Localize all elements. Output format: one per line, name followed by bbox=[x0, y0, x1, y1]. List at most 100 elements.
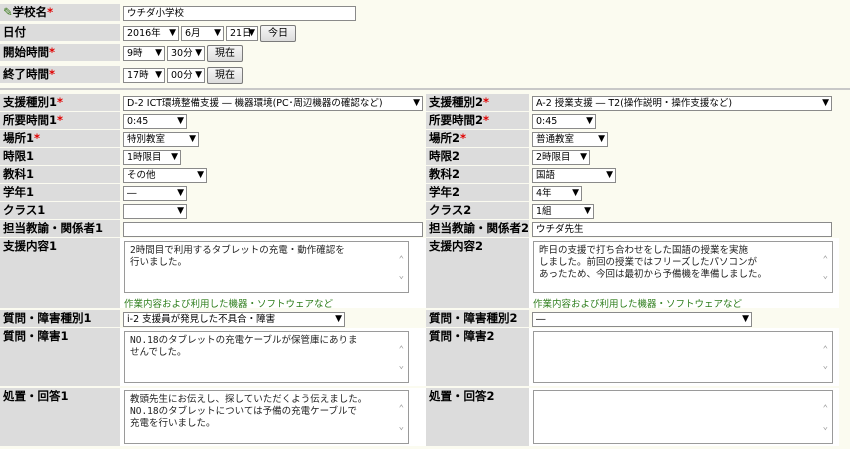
chevron-down-icon: ▼ bbox=[177, 188, 184, 198]
teacher-2-input[interactable]: ウチダ先生 bbox=[532, 222, 832, 237]
content-1-textarea[interactable]: 2時間目で利用するタブレットの充電・動作確認を 行いました。 ⌃ ⌄ bbox=[124, 241, 409, 293]
action-2-label: 処置・回答2 bbox=[426, 388, 529, 446]
issue-1-label: 質問・障害1 bbox=[0, 328, 120, 386]
chevron-down-icon: ▼ bbox=[572, 188, 579, 198]
scroll-up-icon[interactable]: ⌃ bbox=[823, 344, 828, 356]
start-now-button[interactable]: 現在 bbox=[207, 45, 243, 62]
issue-2-textarea[interactable]: ⌃ ⌄ bbox=[533, 331, 833, 383]
action-1-label: 処置・回答1 bbox=[0, 388, 120, 446]
scroll-down-icon[interactable]: ⌄ bbox=[823, 360, 828, 372]
school-input[interactable]: ウチダ小学校 bbox=[123, 6, 356, 21]
scroll-up-icon[interactable]: ⌃ bbox=[399, 403, 404, 415]
date-year-select[interactable]: 2016年 ▼ bbox=[123, 26, 179, 41]
issue-type-2-label: 質問・障害種別2 bbox=[426, 310, 529, 327]
chevron-down-icon: ▼ bbox=[197, 170, 204, 180]
chevron-down-icon: ▼ bbox=[155, 48, 162, 58]
chevron-down-icon: ▼ bbox=[171, 152, 178, 162]
date-month-select[interactable]: 6月 ▼ bbox=[181, 26, 224, 41]
chevron-down-icon: ▼ bbox=[177, 206, 184, 216]
start-hour-select[interactable]: 9時 ▼ bbox=[123, 46, 165, 61]
end-time-label: 終了時間* bbox=[0, 66, 120, 83]
scroll-up-icon[interactable]: ⌃ bbox=[823, 254, 828, 266]
period-1-label: 時限1 bbox=[0, 148, 120, 165]
support-type-2-select[interactable]: A-2 授業支援 ― T2(操作説明・操作支援など) ▼ bbox=[532, 96, 832, 111]
start-minute-select[interactable]: 30分 ▼ bbox=[167, 46, 205, 61]
content-1-hint: 作業内容および利用した機器・ソフトウェアなど bbox=[124, 299, 334, 310]
start-time-label: 開始時間* bbox=[0, 44, 120, 61]
chevron-down-icon: ▼ bbox=[598, 134, 605, 144]
subject-1-label: 教科1 bbox=[0, 166, 120, 183]
duration-1-select[interactable]: 0:45 ▼ bbox=[123, 114, 187, 129]
place-1-select[interactable]: 特別教室 ▼ bbox=[123, 132, 199, 147]
date-today-button[interactable]: 今日 bbox=[260, 25, 296, 42]
grade-2-label: 学年2 bbox=[426, 184, 529, 201]
subject-2-label: 教科2 bbox=[426, 166, 529, 183]
scroll-up-icon[interactable]: ⌃ bbox=[823, 403, 828, 415]
school-label: ✎学校名* bbox=[0, 4, 120, 21]
issue-type-2-select[interactable]: ― ▼ bbox=[532, 312, 752, 327]
grade-1-select[interactable]: ― ▼ bbox=[123, 186, 187, 201]
scroll-down-icon[interactable]: ⌄ bbox=[823, 421, 828, 433]
scroll-down-icon[interactable]: ⌄ bbox=[399, 421, 404, 433]
chevron-down-icon: ▼ bbox=[169, 28, 176, 38]
duration-2-label: 所要時間2* bbox=[426, 112, 529, 129]
chevron-down-icon: ▼ bbox=[195, 70, 202, 80]
class-2-label: クラス2 bbox=[426, 202, 529, 219]
chevron-down-icon: ▼ bbox=[742, 314, 749, 324]
period-2-select[interactable]: 2時限目 ▼ bbox=[532, 150, 590, 165]
date-day-select[interactable]: 21日 ▼ bbox=[226, 26, 258, 41]
duration-2-select[interactable]: 0:45 ▼ bbox=[532, 114, 596, 129]
chevron-down-icon: ▼ bbox=[155, 70, 162, 80]
place-2-label: 場所2* bbox=[426, 130, 529, 147]
teacher-2-label: 担当教諭・関係者2 bbox=[426, 220, 529, 237]
scroll-down-icon[interactable]: ⌄ bbox=[399, 360, 404, 372]
scroll-up-icon[interactable]: ⌃ bbox=[399, 254, 404, 266]
chevron-down-icon: ▼ bbox=[822, 98, 829, 108]
support-type-2-label: 支援種別2* bbox=[426, 94, 529, 111]
end-now-button[interactable]: 現在 bbox=[207, 67, 243, 84]
issue-2-label: 質問・障害2 bbox=[426, 328, 529, 386]
scroll-up-icon[interactable]: ⌃ bbox=[399, 344, 404, 356]
teacher-1-label: 担当教諭・関係者1 bbox=[0, 220, 120, 237]
chevron-down-icon: ▼ bbox=[214, 28, 221, 38]
class-2-select[interactable]: 1組 ▼ bbox=[532, 204, 594, 219]
subject-2-select[interactable]: 国語 ▼ bbox=[532, 168, 616, 183]
subject-1-select[interactable]: その他 ▼ bbox=[123, 168, 207, 183]
support-report-form: ✎学校名* ウチダ小学校 日付 2016年 ▼ 6月 ▼ 21日 ▼ 今日 開始時間*… bbox=[0, 0, 850, 449]
scroll-down-icon[interactable]: ⌄ bbox=[399, 270, 404, 282]
teacher-1-input[interactable] bbox=[123, 222, 423, 237]
action-2-textarea[interactable]: ⌃ ⌄ bbox=[533, 390, 833, 444]
class-1-label: クラス1 bbox=[0, 202, 120, 219]
issue-type-1-select[interactable]: i-2 支援員が発見した不具合・障害 ▼ bbox=[123, 312, 345, 327]
content-2-textarea[interactable]: 昨日の支援で打ち合わせをした国語の授業を実施 しました。前回の授業ではフリーズし… bbox=[533, 241, 833, 293]
chevron-down-icon: ▼ bbox=[195, 48, 202, 58]
period-1-select[interactable]: 1時限目 ▼ bbox=[123, 150, 181, 165]
chevron-down-icon: ▼ bbox=[606, 170, 613, 180]
place-1-label: 場所1* bbox=[0, 130, 120, 147]
chevron-down-icon: ▼ bbox=[177, 116, 184, 126]
period-2-label: 時限2 bbox=[426, 148, 529, 165]
grade-2-select[interactable]: 4年 ▼ bbox=[532, 186, 582, 201]
chevron-down-icon: ▼ bbox=[189, 134, 196, 144]
end-hour-select[interactable]: 17時 ▼ bbox=[123, 68, 165, 83]
pencil-icon: ✎ bbox=[3, 5, 13, 19]
date-label: 日付 bbox=[0, 24, 120, 41]
end-minute-select[interactable]: 00分 ▼ bbox=[167, 68, 205, 83]
scroll-down-icon[interactable]: ⌄ bbox=[823, 270, 828, 282]
content-2-hint: 作業内容および利用した機器・ソフトウェアなど bbox=[533, 299, 743, 310]
chevron-down-icon: ▼ bbox=[248, 28, 255, 38]
issue-1-textarea[interactable]: NO.18のタブレットの充電ケーブルが保管庫にありま せんでした。 ⌃ ⌄ bbox=[124, 331, 409, 383]
place-2-select[interactable]: 普通教室 ▼ bbox=[532, 132, 608, 147]
chevron-down-icon: ▼ bbox=[580, 152, 587, 162]
duration-1-label: 所要時間1* bbox=[0, 112, 120, 129]
support-type-1-label: 支援種別1* bbox=[0, 94, 120, 111]
class-1-select[interactable]: ▼ bbox=[123, 204, 187, 219]
chevron-down-icon: ▼ bbox=[586, 116, 593, 126]
content-1-label: 支援内容1 bbox=[0, 238, 120, 308]
chevron-down-icon: ▼ bbox=[335, 314, 342, 324]
action-1-textarea[interactable]: 教頭先生にお伝えし、探していただくよう伝えました。 NO.18のタブレットについ… bbox=[124, 390, 409, 444]
section-divider bbox=[0, 88, 850, 90]
grade-1-label: 学年1 bbox=[0, 184, 120, 201]
support-type-1-select[interactable]: D-2 ICT環境整備支援 ― 機器環境(PC･周辺機器の確認など) ▼ bbox=[123, 96, 423, 111]
chevron-down-icon: ▼ bbox=[584, 206, 591, 216]
